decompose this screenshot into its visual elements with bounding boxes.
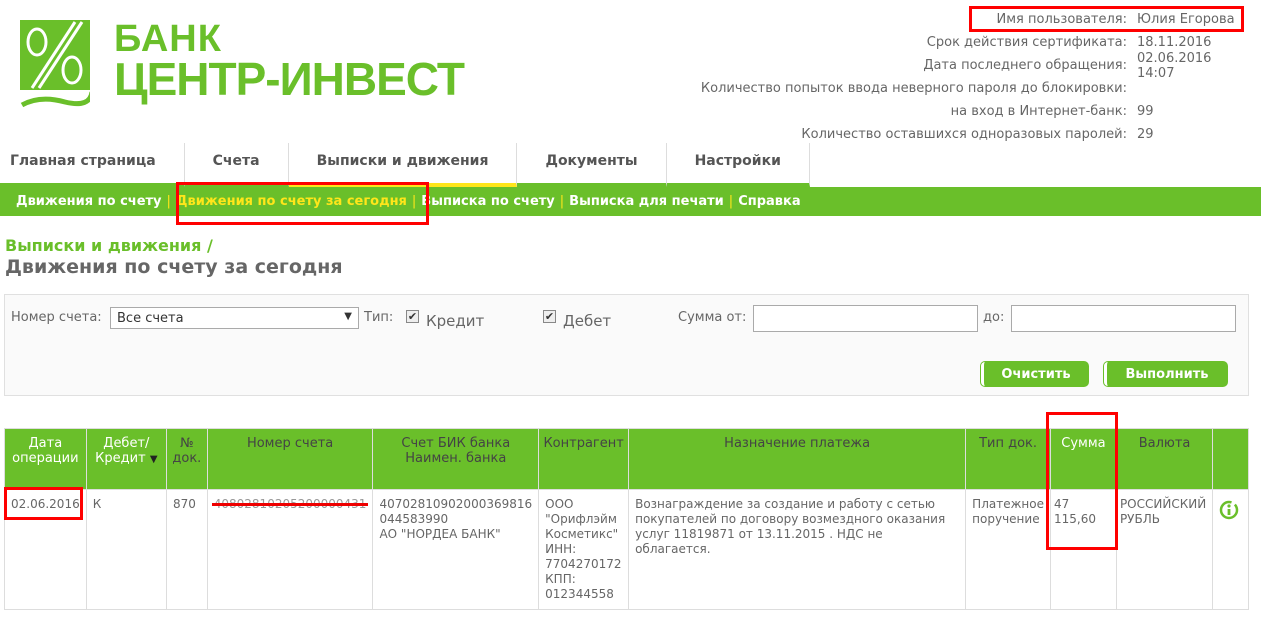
subnav-statement[interactable]: Выписка по счету: [421, 194, 554, 209]
user-info: Имя пользователя: Юлия Егорова Срок дейст…: [701, 8, 1253, 146]
subnav-help[interactable]: Справка: [738, 194, 800, 209]
col-amount[interactable]: Сумма: [1049, 428, 1117, 490]
cert-label: Срок действия сертификата:: [926, 35, 1127, 50]
account-select-value: Все счета: [117, 311, 184, 326]
separator: |: [728, 194, 734, 209]
page-title: Движения по счету за сегодня: [5, 256, 343, 278]
tab-statements[interactable]: Выписки и движения: [288, 143, 518, 187]
separator: |: [166, 194, 171, 209]
attempts-label: Количество попыток ввода неверного парол…: [700, 81, 1127, 96]
bank-bik: 044583990: [379, 512, 449, 526]
movements-table: Дата операции Дебет/ Кредит ▼ № док. Ном…: [4, 428, 1249, 610]
debit-label: Дебет: [563, 312, 612, 330]
col-purpose[interactable]: Назначение платежа: [628, 428, 967, 490]
cell-account: 40802810205200000431: [206, 489, 374, 610]
otp-value: 29: [1137, 127, 1154, 142]
sum-to-label: до:: [983, 310, 1005, 325]
cell-amount: 47 115,60: [1049, 489, 1117, 610]
cell-counterparty: ООО "Орифлэйм Косметикс" ИНН: 7704270172…: [538, 489, 630, 610]
subnav-account-movements[interactable]: Движения по счету: [16, 194, 162, 209]
tab-accounts[interactable]: Счета: [184, 143, 289, 187]
run-button[interactable]: Выполнить: [1104, 362, 1227, 386]
debit-checkbox[interactable]: ✔: [543, 310, 556, 323]
cell-currency: РОССИЙСКИЙ РУБЛЬ: [1115, 489, 1214, 610]
otp-label: Количество оставшихся одноразовых пароле…: [801, 127, 1127, 142]
bank-account: 40702810902000369816: [379, 497, 533, 511]
cell-purpose: Вознаграждение за создание и работу с се…: [628, 489, 967, 610]
user-name: Юлия Егорова: [1137, 12, 1235, 27]
attempts-value-2: 99: [1137, 104, 1154, 119]
col-debit-credit-label: Дебет/ Кредит: [95, 436, 150, 466]
sum-to-input[interactable]: [1011, 305, 1236, 332]
col-debit-credit[interactable]: Дебет/ Кредит ▼: [85, 428, 167, 490]
tab-settings[interactable]: Настройки: [666, 143, 810, 187]
logo-text-2: ЦЕНТР-ИНВЕСТ: [114, 53, 465, 105]
col-doc-number[interactable]: № док.: [165, 428, 208, 490]
sum-from-input[interactable]: [753, 305, 978, 332]
cell-date: 02.06.2016: [4, 489, 87, 610]
attempts-label-2: на вход в Интернет-банк:: [950, 104, 1127, 119]
sub-nav: Движения по счету | Движения по счету за …: [0, 187, 1261, 216]
account-number-redacted: 40802810205200000431: [211, 497, 369, 511]
bank-name: АО "НОРДЕА БАНК": [379, 527, 501, 541]
col-currency[interactable]: Валюта: [1115, 428, 1214, 490]
col-actions: [1212, 428, 1249, 490]
account-select[interactable]: Все счета ▼: [110, 307, 359, 329]
tab-home[interactable]: Главная страница: [0, 143, 185, 187]
last-access-label: Дата последнего обращения:: [923, 58, 1127, 73]
cell-info: [1212, 489, 1249, 610]
cell-bank: 40702810902000369816 044583990 АО "НОРДЕА …: [372, 489, 540, 610]
cell-dc: К: [85, 489, 167, 610]
credit-checkbox[interactable]: ✔: [406, 310, 419, 323]
col-bank[interactable]: Счет БИК банка Наимен. банка: [372, 428, 540, 490]
separator: |: [411, 194, 417, 209]
col-doc-type[interactable]: Тип док.: [965, 428, 1051, 490]
chevron-down-icon: ▼: [344, 311, 352, 322]
table-row: 02.06.2016 К 870 40802810205200000431 40…: [4, 489, 1249, 610]
sort-down-icon: ▼: [149, 454, 158, 465]
credit-label: Кредит: [426, 312, 485, 330]
info-icon[interactable]: [1219, 500, 1239, 520]
type-label: Тип:: [364, 310, 394, 325]
bank-logo[interactable]: БАНК ЦЕНТР-ИНВЕСТ: [20, 20, 465, 110]
sum-from-label: Сумма от:: [678, 310, 747, 325]
main-tabs: Главная страница Счета Выписки и движени…: [0, 143, 810, 187]
breadcrumb[interactable]: Выписки и движения /: [5, 236, 213, 255]
last-access-value: 02.06.2016 14:07: [1137, 50, 1212, 81]
clear-button[interactable]: Очистить: [981, 362, 1088, 386]
account-label: Номер счета:: [11, 310, 102, 325]
separator: |: [559, 194, 565, 209]
user-name-label: Имя пользователя:: [996, 12, 1127, 27]
cert-value: 18.11.2016: [1137, 35, 1212, 50]
col-account[interactable]: Номер счета: [206, 428, 374, 490]
col-date[interactable]: Дата операции: [4, 428, 87, 490]
tab-documents[interactable]: Документы: [517, 143, 667, 187]
cell-doc-type: Платежное поручение: [965, 489, 1051, 610]
cell-doc: 870: [165, 489, 208, 610]
subnav-today-movements[interactable]: Движения по счету за сегодня: [176, 194, 407, 209]
col-counterparty[interactable]: Контрагент: [538, 428, 630, 490]
filter-panel: Номер счета: Все счета ▼ Тип: ✔ Кредит ✔ …: [4, 294, 1249, 396]
subnav-print-statement[interactable]: Выписка для печати: [569, 194, 724, 209]
logo-percent-icon: [20, 20, 90, 108]
